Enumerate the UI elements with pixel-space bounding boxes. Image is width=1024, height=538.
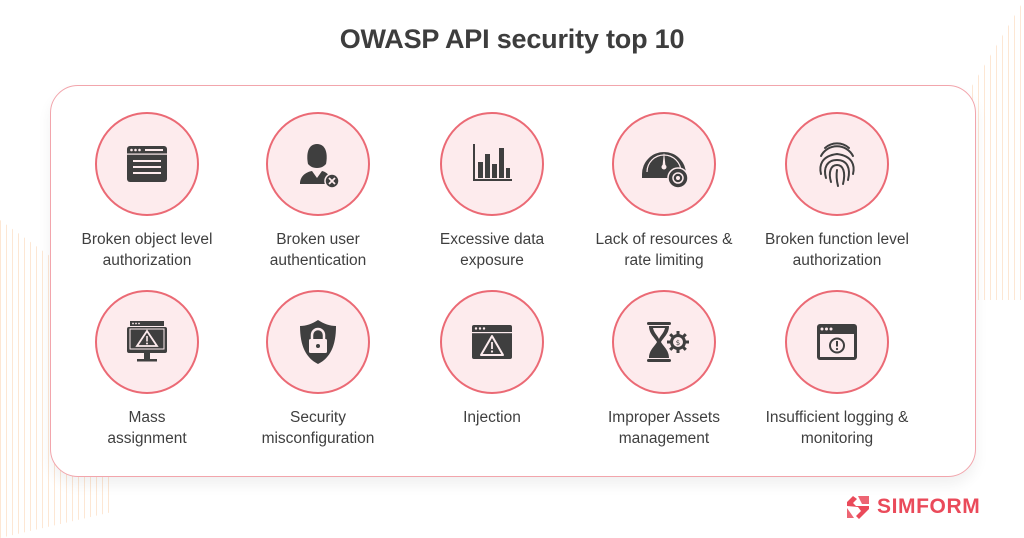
brand-name: SIMFORM <box>877 495 981 518</box>
user-denied-icon <box>300 144 340 189</box>
speedometer-gear-icon <box>642 152 689 189</box>
item-label-line1: Lack of resources & <box>595 231 733 248</box>
item-mass-assignment: Mass assignment <box>61 290 233 449</box>
page-title: OWASP API security top 10 <box>339 24 685 54</box>
item-label-line2: authorization <box>792 252 882 269</box>
item-label-line1: Mass <box>128 409 166 426</box>
item-label-line1: Broken user <box>276 231 360 248</box>
item-label-line2: authorization <box>102 252 192 269</box>
svg-text:$: $ <box>676 339 680 347</box>
icon-circle <box>612 112 716 216</box>
item-lack-of-resources-rate-limiting: Lack of resources & rate limiting <box>578 112 750 271</box>
item-label-line1: Excessive data <box>439 231 545 248</box>
item-broken-object-level-authorization: Broken object level authorization <box>61 112 233 271</box>
fingerprint-icon <box>819 142 855 187</box>
item-label-line1: Injection <box>463 409 521 426</box>
item-improper-assets-management: $ Improper Assets management <box>578 290 750 449</box>
item-injection: Injection <box>406 290 578 428</box>
item-security-misconfiguration: Security misconfiguration <box>232 290 404 449</box>
simform-logo-icon <box>847 496 869 519</box>
item-excessive-data-exposure: Excessive data exposure <box>406 112 578 271</box>
icon-circle <box>266 290 370 394</box>
item-label-line2: assignment <box>107 430 187 447</box>
browser-warning-icon <box>472 325 512 359</box>
icon-circle <box>95 290 199 394</box>
shield-lock-icon <box>300 320 336 364</box>
item-label-line1: Security <box>290 409 346 426</box>
icon-circle <box>785 290 889 394</box>
icon-circle <box>440 112 544 216</box>
item-label-line2: rate limiting <box>624 252 704 269</box>
item-broken-function-level-authorization: Broken function level authorization <box>751 112 923 271</box>
item-label-line1: Broken function level <box>765 231 909 248</box>
item-insufficient-logging-monitoring: Insufficient logging & monitoring <box>751 290 923 449</box>
item-label-line2: authentication <box>269 252 367 269</box>
item-label-line1: Broken object level <box>81 231 213 248</box>
browser-window-icon <box>127 146 167 182</box>
monitor-warning-icon <box>127 321 167 362</box>
item-label-line2: monitoring <box>800 430 874 447</box>
icon-circle: $ <box>612 290 716 394</box>
icon-circle <box>95 112 199 216</box>
item-label-line2: misconfiguration <box>261 430 375 447</box>
icon-circle <box>266 112 370 216</box>
icon-circle <box>440 290 544 394</box>
item-label-line1: Improper Assets <box>608 409 720 426</box>
hourglass-gear-icon: $ <box>647 322 689 362</box>
item-broken-user-authentication: Broken user authentication <box>232 112 404 271</box>
icon-circle <box>785 112 889 216</box>
browser-alert-icon <box>817 324 857 360</box>
bar-chart-icon <box>473 144 512 181</box>
item-label-line2: management <box>618 430 710 447</box>
item-label-line1: Insufficient logging & <box>765 409 909 426</box>
simform-logo: SIMFORM <box>845 494 980 520</box>
item-label-line2: exposure <box>460 252 524 269</box>
